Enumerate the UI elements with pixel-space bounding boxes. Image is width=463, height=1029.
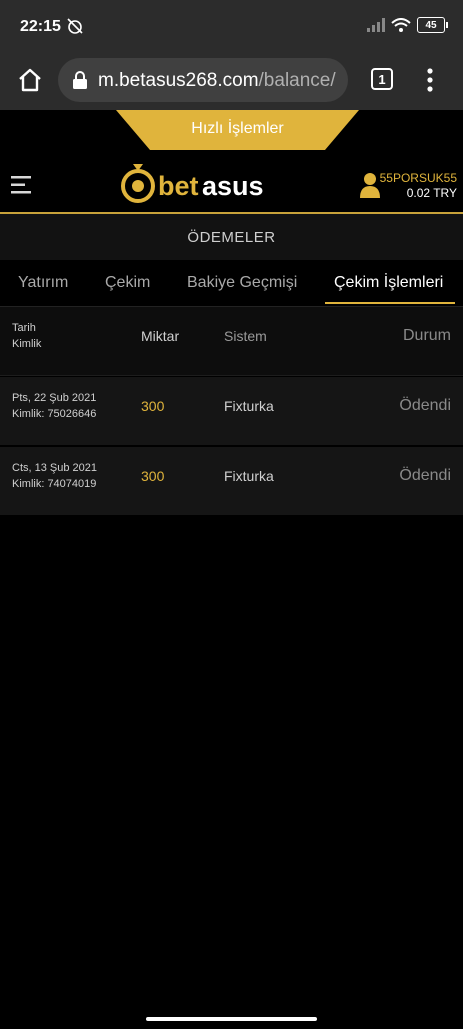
quick-actions-label: Hızlı İşlemler xyxy=(191,120,284,137)
table-row[interactable]: Pts, 22 Şub 2021 Kimlik: 75026646 300 Fi… xyxy=(0,377,463,445)
status-icons: 45 xyxy=(367,17,448,33)
table-row[interactable]: Cts, 13 Şub 2021 Kimlik: 74074019 300 Fi… xyxy=(0,447,463,515)
home-indicator[interactable] xyxy=(146,1017,317,1021)
header-id: Kimlik xyxy=(12,338,42,350)
row-id: Kimlik: 74074019 xyxy=(12,478,97,490)
battery-icon: 45 xyxy=(417,17,448,33)
page-title: ÖDEMELER xyxy=(187,229,276,246)
header-date: Tarih xyxy=(12,322,36,334)
payment-tabs: Yatırım Çekim Bakiye Geçmişi Çekim İşlem… xyxy=(0,262,463,307)
balance-amount: 0.02 TRY xyxy=(406,186,457,200)
home-icon[interactable] xyxy=(16,66,44,94)
table-header: Tarih Kimlik Miktar Sistem Durum xyxy=(0,307,463,376)
tab-deposit[interactable]: Yatırım xyxy=(18,274,68,292)
row-system: Fixturka xyxy=(224,468,274,484)
url-domain: m.betasus268.com xyxy=(98,70,259,91)
tab-withdraw-transactions[interactable]: Çekim İşlemleri xyxy=(334,274,443,292)
row-date: Pts, 22 Şub 2021 xyxy=(12,392,97,404)
hamburger-menu-icon[interactable] xyxy=(11,176,31,194)
page-title-bar: ÖDEMELER xyxy=(0,214,463,260)
tab-balance-history[interactable]: Bakiye Geçmişi xyxy=(187,274,297,292)
more-vert-icon[interactable] xyxy=(420,66,440,94)
wifi-icon xyxy=(391,18,411,32)
row-id: Kimlik: 75026646 xyxy=(12,408,97,420)
active-tab-indicator xyxy=(325,302,455,304)
row-amount: 300 xyxy=(141,468,165,484)
battery-level: 45 xyxy=(425,19,437,31)
row-amount: 300 xyxy=(141,398,165,414)
address-bar[interactable]: m.betasus268.com/balance/ xyxy=(58,58,348,102)
logo-text-bet: bet xyxy=(158,171,199,201)
lock-icon xyxy=(73,71,87,89)
username[interactable]: 55PORSUK55 xyxy=(380,171,457,185)
header-amount: Miktar xyxy=(141,328,180,344)
logo-text-asus: asus xyxy=(202,171,264,201)
user-icon[interactable] xyxy=(360,172,380,198)
browser-toolbar: m.betasus268.com/balance/ 1 xyxy=(0,52,463,110)
quick-actions-button[interactable]: Hızlı İşlemler xyxy=(116,110,359,150)
alarm-off-icon xyxy=(67,18,83,34)
tab-count: 1 xyxy=(378,71,386,87)
row-status: Ödendi xyxy=(399,467,451,484)
header-status: Durum xyxy=(402,327,451,344)
url-text: m.betasus268.com/balance/ xyxy=(98,70,336,92)
site-logo[interactable]: bet asus xyxy=(119,162,279,206)
row-date: Cts, 13 Şub 2021 xyxy=(12,462,98,474)
signal-icon xyxy=(367,18,385,32)
url-path: /balance/ xyxy=(258,70,336,91)
tab-withdraw[interactable]: Çekim xyxy=(105,274,150,292)
row-system: Fixturka xyxy=(224,398,274,414)
status-time: 22:15 xyxy=(20,18,61,35)
status-bar: 22:15 45 xyxy=(0,0,463,52)
tab-switcher-button[interactable]: 1 xyxy=(371,68,393,90)
header-system: Sistem xyxy=(224,328,267,344)
row-status: Ödendi xyxy=(399,397,451,414)
